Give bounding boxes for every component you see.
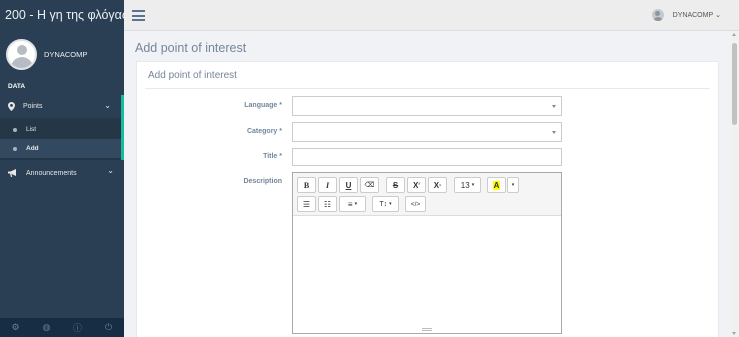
user-name: DYNACOMP	[672, 11, 714, 19]
category-select[interactable]	[292, 122, 562, 142]
code-view-button[interactable]: </>	[405, 196, 426, 212]
paragraph-align-dropdown[interactable]: ≡ ▾	[339, 196, 366, 212]
eraser-icon[interactable]: ⌫	[360, 177, 379, 193]
bold-button[interactable]: B	[297, 177, 316, 193]
italic-button[interactable]: I	[318, 177, 337, 193]
caret-down-icon: ▾	[471, 182, 475, 188]
profile-name: DYNACOMP	[44, 49, 88, 59]
scroll-down-icon[interactable]	[732, 332, 736, 335]
menu-toggle-icon[interactable]	[132, 10, 145, 24]
line-height-dropdown[interactable]: T↕ ▾	[372, 196, 399, 212]
chevron-down-icon: ⌄	[715, 12, 721, 19]
strikethrough-button[interactable]: S	[386, 177, 405, 193]
sidebar-item-label: Announcements	[26, 169, 77, 177]
map-marker-icon	[8, 102, 15, 111]
highlight-color-button[interactable]: A	[487, 177, 506, 193]
scrollbar-thumb[interactable]	[732, 43, 737, 125]
font-size-value: 13	[460, 180, 470, 190]
caret-down-icon	[552, 105, 556, 108]
avatar	[6, 38, 37, 70]
subscript-mark: ₂	[439, 182, 442, 188]
underline-button[interactable]: U	[339, 177, 358, 193]
scroll-up-icon[interactable]	[732, 33, 736, 36]
sidebar-item-label: Points	[23, 103, 43, 110]
points-submenu: List Add	[0, 118, 124, 160]
globe-icon[interactable]: ◍	[40, 322, 54, 333]
caret-down-icon: ▾	[389, 201, 392, 207]
description-editor: B I U ⌫ S X² X₂ 13 ▾ A ▾ ☰ ☷ ≡ ▾ T↕ ▾ </…	[292, 172, 562, 334]
caret-down-icon	[552, 131, 556, 134]
sidebar-footer: ⚙ ◍ ⓘ ⏻	[0, 318, 124, 337]
superscript-button[interactable]: X²	[407, 177, 426, 193]
sidebar-subitem-label: List	[26, 126, 37, 133]
app-title[interactable]: 200 - Η γη της φλόγας	[0, 0, 128, 32]
align-icon: ≡	[347, 199, 353, 209]
page-title: Add point of interest	[135, 41, 247, 55]
info-icon[interactable]: ⓘ	[71, 321, 85, 334]
highlight-color-dropdown[interactable]: ▾	[507, 177, 519, 193]
title-input[interactable]	[292, 148, 562, 166]
editor-content-area[interactable]	[293, 217, 561, 325]
bullet-icon	[13, 127, 17, 132]
unordered-list-button[interactable]: ☰	[297, 196, 316, 212]
chevron-down-icon: ⌄	[107, 166, 114, 175]
chevron-down-icon: ⌄	[104, 101, 111, 110]
superscript-mark: ²	[418, 182, 420, 188]
power-icon[interactable]: ⏻	[102, 322, 116, 333]
divider	[145, 88, 710, 89]
font-size-dropdown[interactable]: 13 ▾	[454, 177, 481, 193]
subscript-button[interactable]: X₂	[428, 177, 447, 193]
bullhorn-icon	[8, 169, 16, 177]
avatar	[651, 9, 664, 21]
sidebar-subitem-label: Add	[26, 145, 39, 152]
sidebar-profile: DYNACOMP	[0, 32, 124, 76]
language-select[interactable]	[292, 96, 562, 116]
gear-icon[interactable]: ⚙	[9, 322, 23, 333]
sidebar-subitem-add[interactable]: Add	[0, 139, 121, 158]
description-label: Description	[243, 178, 282, 185]
caret-down-icon: ▾	[354, 201, 358, 207]
language-label: Language *	[244, 102, 282, 109]
sidebar-subitem-list[interactable]: List	[0, 120, 121, 139]
title-label: Title *	[263, 153, 282, 160]
editor-toolbar: B I U ⌫ S X² X₂ 13 ▾ A ▾ ☰ ☷ ≡ ▾ T↕ ▾ </…	[293, 173, 561, 216]
sidebar-section-label: DATA	[8, 83, 26, 90]
page-scrollbar[interactable]	[730, 31, 739, 337]
top-navbar: DYNACOMP ⌄	[124, 0, 739, 31]
sidebar: 200 - Η γη της φλόγας DYNACOMP DATA Poin…	[0, 0, 128, 337]
ordered-list-button[interactable]: ☷	[318, 196, 337, 212]
category-label: Category *	[246, 128, 282, 135]
bullet-icon	[13, 146, 17, 151]
sidebar-item-points[interactable]: Points ⌄	[0, 95, 124, 118]
resize-handle[interactable]	[422, 328, 432, 331]
sidebar-item-announcements[interactable]: Announcements ⌄	[0, 160, 124, 186]
line-height-icon: T↕	[379, 200, 388, 208]
panel-title: Add point of interest	[148, 70, 237, 81]
user-menu[interactable]: DYNACOMP ⌄	[651, 9, 721, 21]
highlight-icon: A	[492, 180, 501, 190]
